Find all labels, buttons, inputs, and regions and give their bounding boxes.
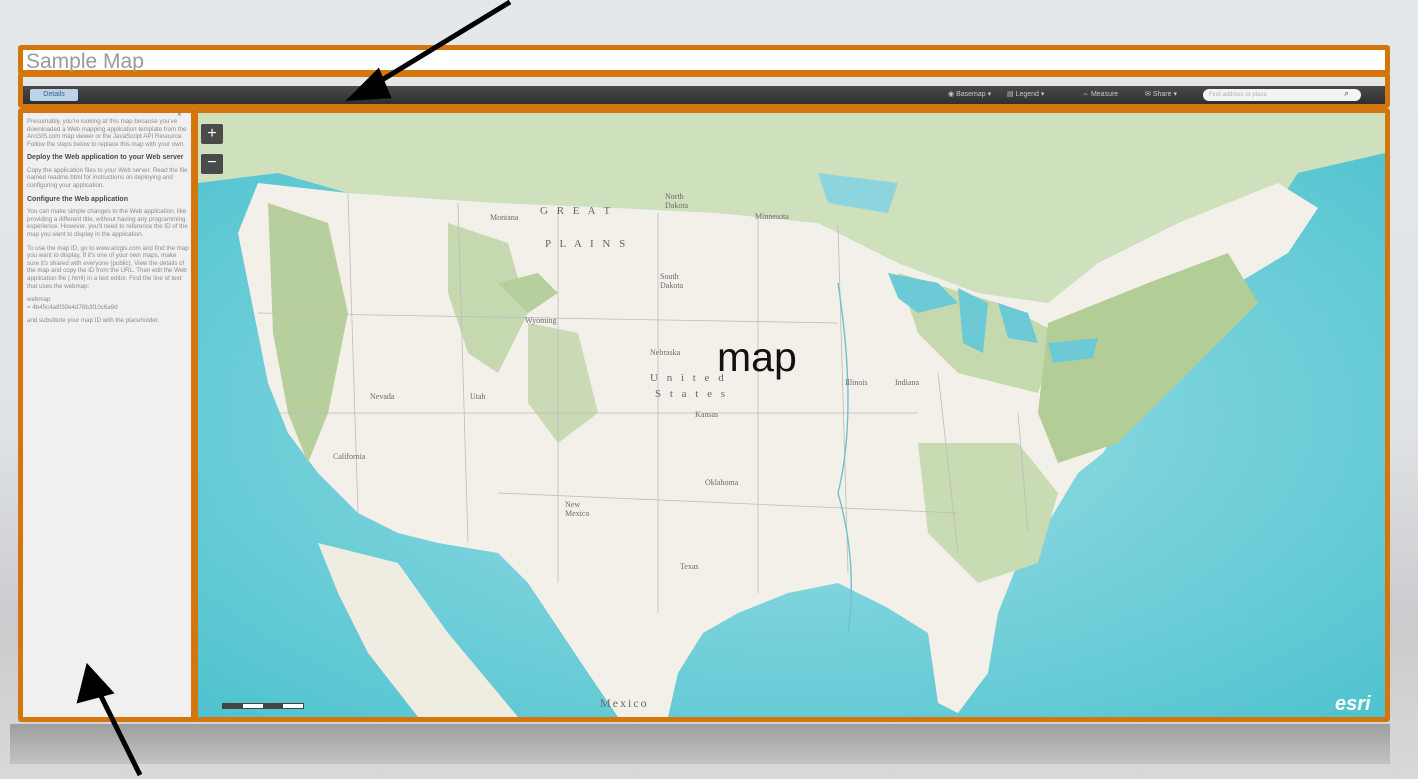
page-title: Sample Map: [26, 50, 144, 73]
webmap-label: webmap: [27, 296, 51, 304]
webmap-id: = 4b45c4a8f30e4d78b3f10c6a9d: [27, 303, 118, 311]
map-label-nevada: Nevada: [370, 392, 395, 401]
map-label-oklahoma: Oklahoma: [705, 478, 739, 487]
sidebar-heading-configure: Configure the Web application: [27, 195, 128, 203]
map-label-states: S t a t e s: [655, 388, 729, 400]
toolbar: [23, 86, 1385, 104]
map-label-north-dakota: North Dakota: [665, 192, 689, 210]
sidebar-paragraph: and substitute your map ID with the plac…: [27, 317, 160, 325]
legend-menu[interactable]: ▤ Legend ▾: [1007, 88, 1044, 102]
basemap-menu[interactable]: ◉ Basemap ▾: [948, 88, 991, 102]
map-label-nebraska: Nebraska: [650, 348, 681, 357]
map-label-montana: Montana: [490, 213, 519, 222]
map-label-new-mexico: New Mexico: [565, 500, 590, 518]
map-label-plains: P L A I N S: [545, 238, 629, 250]
map-label-wyoming: Wyoming: [525, 316, 557, 325]
sidebar-paragraph: You can make simple changes to the Web a…: [27, 208, 188, 238]
footer-band: [10, 724, 1390, 764]
map-label-indiana: Indiana: [895, 378, 919, 387]
basemap-label: Basemap: [956, 91, 986, 98]
chevron-down-icon: ▾: [1173, 91, 1177, 98]
search-input[interactable]: Find address or place: [1203, 89, 1361, 101]
map-label-california: California: [333, 452, 366, 461]
share-label: Share: [1152, 91, 1172, 98]
sidebar-intro: Presumably, you're looking at this map b…: [27, 118, 187, 148]
title-bar-frame: [18, 45, 1390, 75]
sidebar-toggle-button[interactable]: Details: [30, 89, 78, 101]
chevron-down-icon: ▾: [1040, 91, 1045, 98]
map-label-south-dakota: South Dakota: [660, 272, 684, 290]
sidebar-heading-deploy: Deploy the Web application to your Web s…: [27, 154, 184, 162]
map-label-united: U n i t e d: [650, 372, 727, 384]
zoom-out-button[interactable]: −: [201, 154, 223, 174]
measure-tool[interactable]: ⇔ Measure: [1082, 88, 1118, 102]
map-view[interactable]: [193, 108, 1390, 722]
chevron-down-icon: ▾: [987, 91, 992, 98]
map-label-great: G R E A T: [540, 205, 614, 217]
globe-icon: ◉: [948, 91, 955, 98]
map-label-utah: Utah: [470, 392, 486, 401]
map-caption: map: [717, 334, 797, 380]
basemap-image: [198, 113, 1385, 717]
ruler-icon: ⇔: [1082, 91, 1089, 98]
map-label-texas: Texas: [680, 562, 699, 571]
esri-logo[interactable]: esri: [1335, 693, 1371, 716]
map-label-mexico: Mexico: [600, 696, 649, 710]
search-icon[interactable]: ⌕: [1344, 88, 1349, 99]
scale-bar: [222, 703, 304, 709]
share-menu[interactable]: ✉ Share ▾: [1145, 88, 1177, 102]
map-label-illinois: Illinois: [845, 378, 868, 387]
sidebar-paragraph: Copy the application files to your Web s…: [27, 166, 188, 190]
map-label-kansas: Kansas: [695, 410, 719, 419]
sidebar-paragraph: To use the map ID, go to www.arcgis.com …: [27, 244, 189, 290]
legend-label: Legend: [1015, 91, 1039, 98]
zoom-in-button[interactable]: +: [201, 124, 223, 144]
map-label-minnesota: Minnesota: [755, 212, 789, 221]
measure-label: Measure: [1090, 91, 1119, 98]
share-icon: ✉: [1145, 91, 1151, 98]
legend-icon: ▤: [1007, 91, 1014, 98]
sidebar-content: Presumably, you're looking at this map b…: [27, 118, 189, 331]
